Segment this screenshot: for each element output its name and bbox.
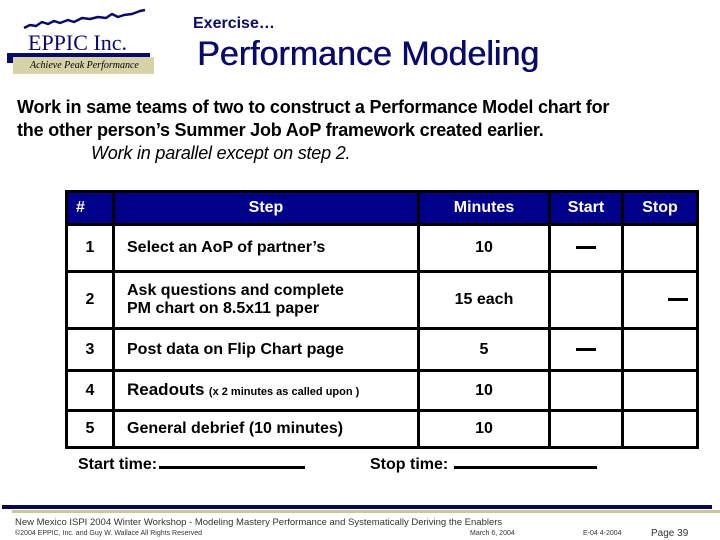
table-row: 3 Post data on Flip Chart page 5 — [65, 327, 699, 372]
slide-title: Performance Modeling — [197, 35, 540, 73]
step-description: Ask questions and complete PM chart on 8… — [112, 270, 420, 330]
column-header-start: Start — [548, 190, 624, 226]
intro-note: Work in parallel except on step 2. — [91, 143, 351, 163]
footer-event: New Mexico ISPI 2004 Winter Workshop - M… — [15, 517, 503, 528]
table-row: 1 Select an AoP of partner’s 10 — [65, 223, 699, 273]
footer-code: E-04 4-2004 — [583, 530, 622, 537]
step-stop[interactable] — [621, 270, 699, 330]
intro-line-2: the other person’s Summer Job AoP framew… — [17, 120, 544, 140]
stop-time-field: Stop time: — [370, 452, 598, 474]
step-stop[interactable] — [621, 327, 699, 372]
step-number: 2 — [65, 270, 115, 330]
step-text-line-1: Ask questions and complete — [127, 282, 344, 299]
step-minutes: 5 — [417, 327, 551, 372]
step-stop[interactable] — [621, 409, 699, 449]
company-name: EPPIC Inc. — [28, 30, 127, 55]
step-number: 4 — [65, 369, 115, 412]
step-text: Post data on Flip Chart page — [127, 340, 344, 358]
step-stop[interactable] — [621, 369, 699, 412]
start-time-blank[interactable] — [159, 452, 306, 469]
step-description: Readouts (x 2 minutes as called upon ) — [112, 369, 420, 412]
dash-mark — [576, 347, 596, 351]
dash-mark — [668, 298, 688, 302]
step-text: Readouts — [127, 380, 205, 399]
step-description: Post data on Flip Chart page — [112, 327, 420, 372]
table-row: 5 General debrief (10 minutes) 10 — [65, 409, 699, 449]
stop-time-blank[interactable] — [454, 452, 598, 469]
company-logo: EPPIC Inc. Achieve Peak Performance — [0, 0, 170, 80]
step-minutes: 10 — [417, 409, 551, 449]
step-note: (x 2 minutes as called upon ) — [208, 386, 360, 398]
step-start[interactable] — [548, 327, 624, 372]
company-tagline: Achieve Peak Performance — [30, 60, 139, 71]
step-description: General debrief (10 minutes) — [112, 409, 420, 449]
start-time-label: Start time: — [78, 456, 158, 473]
step-text: General debrief (10 minutes) — [127, 420, 344, 437]
step-number: 5 — [65, 409, 115, 449]
column-header-minutes: Minutes — [417, 190, 551, 226]
step-description: Select an AoP of partner’s — [112, 223, 420, 273]
stop-time-label: Stop time: — [370, 456, 449, 473]
steps-table: # Step Minutes Start Stop 1 Select an Ao… — [65, 190, 699, 449]
step-start[interactable] — [548, 223, 624, 273]
step-number: 3 — [65, 327, 115, 372]
table-row: 4 Readouts (x 2 minutes as called upon )… — [65, 369, 699, 412]
step-text: Ask questions and complete PM chart on 8… — [127, 282, 344, 318]
footer-date: March 6, 2004 — [470, 530, 515, 537]
step-start[interactable] — [548, 409, 624, 449]
footer-divider-tan — [12, 510, 720, 513]
table-header-row: # Step Minutes Start Stop — [65, 190, 699, 226]
step-minutes: 10 — [417, 223, 551, 273]
intro-line-1: Work in same teams of two to construct a… — [17, 97, 610, 117]
logo-wave-icon — [23, 8, 146, 30]
column-header-number: # — [65, 190, 115, 226]
step-start[interactable] — [548, 369, 624, 412]
dash-mark — [576, 246, 596, 250]
step-start[interactable] — [548, 270, 624, 330]
page-number: Page 39 — [651, 528, 689, 539]
slide-kicker: Exercise… — [193, 15, 275, 32]
step-minutes: 15 each — [417, 270, 551, 330]
column-header-step: Step — [112, 190, 420, 226]
table-row: 2 Ask questions and complete PM chart on… — [65, 270, 699, 330]
step-text: Select an AoP of partner’s — [127, 239, 326, 256]
step-text-line-2: PM chart on 8.5x11 paper — [127, 300, 320, 317]
footer-divider-navy — [2, 505, 712, 509]
footer-copyright: ©2004 EPPIC, Inc. and Guy W. Wallace All… — [15, 530, 202, 537]
step-number: 1 — [65, 223, 115, 273]
step-stop[interactable] — [621, 223, 699, 273]
intro-text: Work in same teams of two to construct a… — [17, 96, 717, 165]
column-header-stop: Stop — [621, 190, 699, 226]
step-minutes: 10 — [417, 369, 551, 412]
start-time-field: Start time: — [78, 452, 306, 474]
